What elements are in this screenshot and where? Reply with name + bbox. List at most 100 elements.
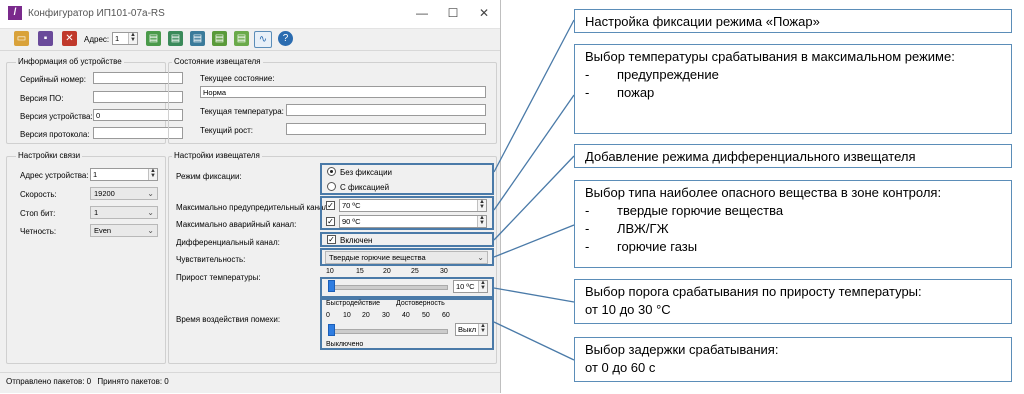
diff-channel-value: Включен <box>340 236 373 245</box>
current-state-field[interactable]: Норма <box>200 86 486 98</box>
sensitivity-select[interactable]: Твердые горючие вещества ⌄ <box>325 251 488 264</box>
device-address-spinbox[interactable]: 1 ▲ ▼ <box>90 168 158 181</box>
interference-state: Выключено <box>326 341 364 348</box>
no-fix-label: Без фиксации <box>340 168 393 177</box>
interference-tick: 40 <box>402 312 410 319</box>
current-temp-label: Текущая температура: <box>200 107 284 116</box>
current-temp-field[interactable] <box>286 104 486 116</box>
max-warning-label: Максимально предупредительный канал: <box>176 203 331 212</box>
interference-tick: 10 <box>343 312 351 319</box>
chevron-down-icon: ⌄ <box>147 208 154 217</box>
parity-select[interactable]: Even ⌄ <box>90 224 158 237</box>
connector-line <box>493 224 575 258</box>
chevron-down-icon: ⌄ <box>477 253 484 262</box>
temp-rise-label: Прирост температуры: <box>176 273 261 282</box>
connector-line <box>493 287 575 303</box>
interference-tick: 30 <box>382 312 390 319</box>
minimize-button[interactable]: — <box>412 4 432 22</box>
save-icon[interactable]: ▪ <box>38 31 53 46</box>
callout-differential: Добавление режима дифференциального изве… <box>574 144 1012 168</box>
diff-channel-label: Дифференциальный канал: <box>176 238 280 247</box>
serial-label: Серийный номер: <box>20 75 86 84</box>
chevron-down-icon: ⌄ <box>147 226 154 235</box>
app-logo-icon: / <box>8 6 22 20</box>
rise-tick: 20 <box>383 268 391 275</box>
spin-arrows-icon[interactable]: ▲ ▼ <box>128 32 137 44</box>
address-spinbox[interactable]: 1 ▲ ▼ <box>112 32 138 45</box>
interference-caption-reliability: Достоверность <box>396 300 445 307</box>
diff-channel-checkbox[interactable]: ✓ <box>327 235 336 244</box>
rise-tick: 30 <box>440 268 448 275</box>
callout-max-temp: Выбор температуры срабатывания в максима… <box>574 44 1012 134</box>
open-icon[interactable]: ▭ <box>14 31 29 46</box>
spin-arrows-icon[interactable]: ▲ ▼ <box>477 199 486 211</box>
device-version-label: Версия устройства: <box>20 112 93 121</box>
max-warning-checkbox[interactable]: ✓ <box>326 201 335 210</box>
sent-packets: Отправлено пакетов: 0 <box>6 377 92 386</box>
interference-tick: 60 <box>442 312 450 319</box>
connector-line <box>493 19 575 173</box>
radio-with-fix[interactable] <box>327 182 336 191</box>
maximize-button[interactable]: ☐ <box>443 4 463 22</box>
sensitivity-label: Чувствительность: <box>176 255 246 264</box>
reset-icon[interactable]: ✕ <box>62 31 77 46</box>
connector-line <box>493 155 575 241</box>
help-icon[interactable]: ? <box>278 31 293 46</box>
rise-tick: 15 <box>356 268 364 275</box>
device-info-title: Информация об устройстве <box>16 57 124 66</box>
fw-label: Версия ПО: <box>20 94 64 103</box>
device-address-label: Адрес устройства: <box>20 171 89 180</box>
interference-slider-thumb[interactable] <box>328 324 335 336</box>
monitor-icon[interactable]: ∿ <box>254 31 272 48</box>
write-all-icon[interactable]: ▤ <box>212 31 227 46</box>
temp-rise-spinbox[interactable]: 10 ºC ▲ ▼ <box>453 280 488 293</box>
spin-arrows-icon[interactable]: ▲ ▼ <box>148 168 157 180</box>
parity-label: Четность: <box>20 227 57 236</box>
temp-rise-slider-track[interactable] <box>328 285 448 290</box>
max-warning-spinbox[interactable]: 70 ºC ▲ ▼ <box>339 199 487 212</box>
spin-arrows-icon[interactable]: ▲ ▼ <box>478 323 487 335</box>
temp-rise-slider-thumb[interactable] <box>328 280 335 292</box>
interference-tick: 20 <box>362 312 370 319</box>
detector-state-title: Состояние извещателя <box>172 57 263 66</box>
callout-fix-mode: Настройка фиксации режима «Пожар» <box>574 9 1012 33</box>
max-alarm-checkbox[interactable]: ✓ <box>326 217 335 226</box>
current-growth-label: Текущий рост: <box>200 126 254 135</box>
detector-settings-title: Настройки извещателя <box>172 151 262 160</box>
max-alarm-spinbox[interactable]: 90 ºC ▲ ▼ <box>339 215 487 228</box>
current-growth-field[interactable] <box>286 123 486 135</box>
status-bar: Отправлено пакетов: 0 Принято пакетов: 0 <box>0 372 500 394</box>
with-fix-label: С фиксацией <box>340 183 390 192</box>
connector-line <box>493 94 575 211</box>
interference-spinbox[interactable]: Выкл ▲ ▼ <box>455 323 488 336</box>
rise-tick: 25 <box>411 268 419 275</box>
callout-substance: Выбор типа наиболее опасного вещества в … <box>574 180 1012 268</box>
current-state-label: Текущее состояние: <box>200 74 275 83</box>
read-all-icon[interactable]: ▤ <box>190 31 205 46</box>
interference-tick: 0 <box>326 312 330 319</box>
interference-label: Время воздействия помехи: <box>176 315 281 324</box>
max-alarm-label: Максимально аварийный канал: <box>176 220 297 229</box>
speed-select[interactable]: 19200 ⌄ <box>90 187 158 200</box>
rise-tick: 10 <box>326 268 334 275</box>
spin-arrows-icon[interactable]: ▲ ▼ <box>477 215 486 227</box>
export-icon[interactable]: ▤ <box>234 31 249 46</box>
spin-arrows-icon[interactable]: ▲ ▼ <box>478 280 487 292</box>
callout-delay: Выбор задержки срабатывания: от 0 до 60 … <box>574 337 1012 382</box>
read-icon[interactable]: ▤ <box>146 31 161 46</box>
comm-settings-title: Настройки связи <box>16 151 83 160</box>
interference-slider-track[interactable] <box>328 329 448 334</box>
stop-bits-label: Стоп бит: <box>20 209 56 218</box>
interference-caption-speed: Быстродействие <box>326 300 381 307</box>
chevron-down-icon: ⌄ <box>147 189 154 198</box>
close-button[interactable]: ✕ <box>474 4 494 22</box>
stop-bits-select[interactable]: 1 ⌄ <box>90 206 158 219</box>
fix-mode-label: Режим фиксации: <box>176 172 242 181</box>
received-packets: Принято пакетов: 0 <box>97 377 169 386</box>
radio-no-fix[interactable] <box>327 167 336 176</box>
connector-line <box>493 321 575 361</box>
speed-label: Скорость: <box>20 190 57 199</box>
write-icon[interactable]: ▤ <box>168 31 183 46</box>
window-title: Конфигуратор ИП101-07а-RS <box>28 8 165 19</box>
interference-tick: 50 <box>422 312 430 319</box>
